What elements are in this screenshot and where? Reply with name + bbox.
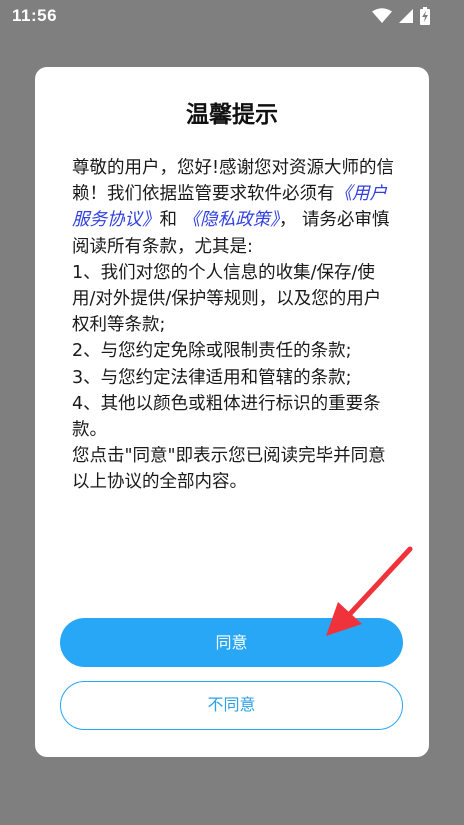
- red-arrow-annotation: [326, 546, 413, 636]
